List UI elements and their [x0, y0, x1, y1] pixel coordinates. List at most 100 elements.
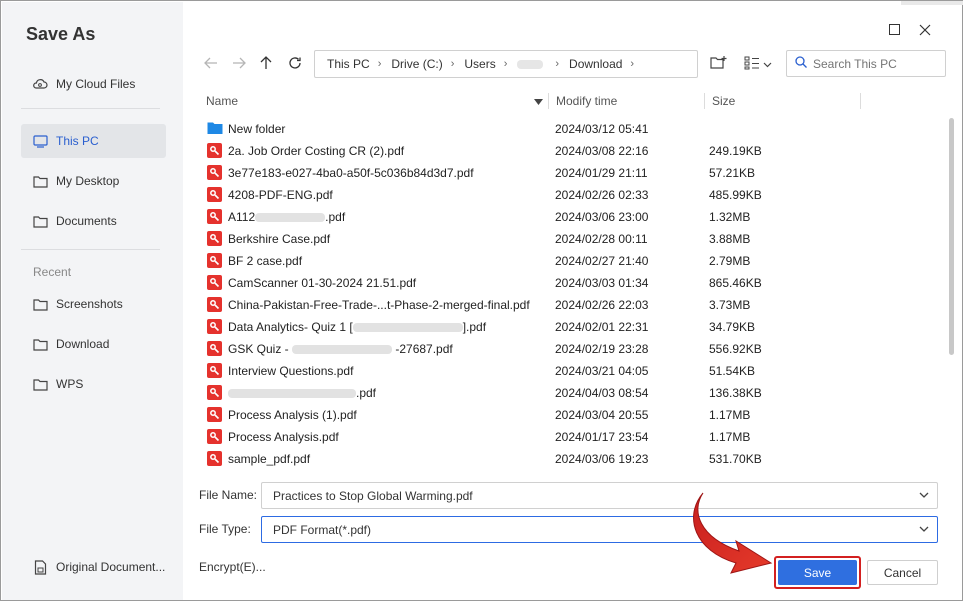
file-row[interactable]: 4208-PDF-ENG.pdf 2024/02/26 02:33 485.99KB [197, 184, 941, 206]
dialog-title: Save As [26, 24, 96, 44]
breadcrumb-users[interactable]: Users [464, 57, 495, 71]
file-row[interactable]: sample_pdf.pdf 2024/03/06 19:23 531.70KB [197, 448, 941, 470]
file-row[interactable]: GSK Quiz - -27687.pdf 2024/02/19 23:28 556… [197, 338, 941, 360]
chevron-down-icon [763, 57, 772, 71]
file-row[interactable]: Data Analytics- Quiz 1 [].pdf 2024/02/01 … [197, 316, 941, 338]
column-divider[interactable] [548, 93, 549, 109]
file-name-value[interactable]: Practices to Stop Global Warming.pdf [273, 489, 473, 503]
file-row[interactable]: Berkshire Case.pdf 2024/02/28 00:11 3.88MB [197, 228, 941, 250]
file-modified: 2024/03/21 04:05 [555, 364, 649, 378]
file-name-text: sample_pdf.pdf [228, 452, 311, 466]
sidebar-item-documents[interactable]: Documents [21, 204, 166, 238]
pdf-icon [207, 209, 222, 224]
file-row[interactable]: .pdf 2024/04/03 08:54 136.38KB [197, 382, 941, 404]
file-name: Interview Questions.pdf [228, 364, 353, 378]
sidebar-item-original-documents[interactable]: Original Document... [21, 550, 181, 584]
file-name-text: 4208-PDF-ENG.pdf [228, 188, 333, 202]
file-row[interactable]: CamScanner 01-30-2024 21.51.pdf 2024/03/0… [197, 272, 941, 294]
file-name-field[interactable]: Practices to Stop Global Warming.pdf [261, 482, 938, 509]
encrypt-button[interactable]: Encrypt(E)... [199, 560, 266, 574]
file-name-text: GSK Quiz - [228, 342, 293, 356]
maximize-button[interactable] [884, 21, 904, 41]
file-modified: 2024/01/29 21:11 [555, 166, 648, 180]
file-row[interactable]: Process Analysis.pdf 2024/01/17 23:54 1.17… [197, 426, 941, 448]
refresh-button[interactable] [285, 54, 305, 74]
chevron-down-icon[interactable] [919, 523, 929, 538]
column-header-modify-time[interactable]: Modify time [556, 89, 617, 113]
sidebar-item-my-desktop[interactable]: My Desktop [21, 164, 166, 198]
file-name-text: Data Analytics- Quiz 1 [ [228, 320, 353, 334]
up-button[interactable] [256, 54, 276, 74]
address-bar[interactable]: This PC › Drive (C:) › Users › › Downloa… [314, 50, 698, 78]
file-name-text: 2a. Job Order Costing CR (2).pdf [228, 144, 405, 158]
maximize-icon [888, 24, 900, 38]
file-name-suffix: .pdf [325, 210, 346, 224]
breadcrumb-this-pc[interactable]: This PC [327, 57, 370, 71]
file-row[interactable]: Interview Questions.pdf 2024/03/21 04:05 5… [197, 360, 941, 382]
scrollbar-thumb[interactable] [949, 118, 954, 355]
refresh-icon [288, 56, 302, 73]
file-size: 2.79MB [709, 254, 751, 268]
file-name: A112 .pdf [228, 210, 345, 224]
cancel-button[interactable]: Cancel [867, 560, 938, 585]
new-folder-button[interactable] [710, 54, 728, 74]
forward-button[interactable] [229, 54, 249, 74]
file-row[interactable]: 2a. Job Order Costing CR (2).pdf 2024/03/… [197, 140, 941, 162]
file-name-label: File Name: [199, 488, 258, 502]
file-size: 249.19KB [709, 144, 762, 158]
close-button[interactable] [915, 21, 935, 41]
file-name: Process Analysis.pdf [228, 430, 339, 444]
breadcrumb-download[interactable]: Download [569, 57, 622, 71]
file-size: 1.17MB [709, 430, 751, 444]
sort-indicator[interactable] [534, 89, 543, 113]
search-input[interactable] [813, 56, 933, 71]
breadcrumb-drive[interactable]: Drive (C:) [391, 57, 442, 71]
pdf-icon [207, 297, 222, 312]
redacted-username [517, 59, 544, 69]
sidebar-item-label: Screenshots [56, 297, 123, 311]
pdf-icon [207, 363, 222, 378]
file-name-text: A112 [228, 210, 256, 224]
chevron-down-icon[interactable] [919, 489, 929, 504]
chevron-right-icon: › [450, 58, 455, 70]
sidebar-divider [21, 249, 160, 250]
file-modified: 2024/02/26 22:03 [555, 298, 649, 312]
sidebar-item-this-pc[interactable]: This PC [21, 124, 166, 158]
file-row[interactable]: BF 2 case.pdf 2024/02/27 21:40 2.79MB [197, 250, 941, 272]
column-header-name[interactable]: Name [206, 89, 238, 113]
pdf-icon [207, 253, 222, 268]
file-row[interactable]: A112 .pdf 2024/03/06 23:00 1.32MB [197, 206, 941, 228]
pdf-icon [207, 407, 222, 422]
sidebar-item-my-cloud-files[interactable]: My Cloud Files [21, 67, 166, 101]
column-divider[interactable] [704, 93, 705, 109]
file-name-text: BF 2 case.pdf [228, 254, 303, 268]
sidebar-item-label: Original Document... [56, 560, 166, 574]
sidebar-item-label: My Cloud Files [56, 77, 136, 91]
view-mode-button[interactable] [744, 54, 772, 74]
sidebar-item-label: My Desktop [56, 174, 120, 188]
file-name: CamScanner 01-30-2024 21.51.pdf [228, 276, 416, 290]
file-modified: 2024/03/03 01:34 [555, 276, 649, 290]
chevron-right-icon: › [377, 58, 382, 70]
sidebar-item-download[interactable]: Download [21, 327, 166, 361]
back-button[interactable] [201, 54, 221, 74]
file-row[interactable]: 3e77e183-e027-4ba0-a50f-5c036b84d3d7.pdf… [197, 162, 941, 184]
column-divider[interactable] [860, 93, 861, 109]
column-header-size[interactable]: Size [712, 89, 735, 113]
folder-icon [32, 376, 48, 392]
file-size: 865.46KB [709, 276, 762, 290]
file-type-select[interactable]: PDF Format(*.pdf) [261, 516, 938, 543]
sidebar-item-wps[interactable]: WPS [21, 367, 166, 401]
file-size: 1.17MB [709, 408, 751, 422]
sidebar-item-screenshots[interactable]: Screenshots [21, 287, 166, 321]
file-modified: 2024/03/08 22:16 [555, 144, 649, 158]
file-name: New folder [228, 122, 285, 136]
file-row[interactable]: China-Pakistan-Free-Trade-...t-Phase-2-m… [197, 294, 941, 316]
file-size: 3.73MB [709, 298, 751, 312]
file-row[interactable]: Process Analysis (1).pdf 2024/03/04 20:55… [197, 404, 941, 426]
chevron-right-icon: › [503, 58, 508, 70]
save-button[interactable]: Save [778, 560, 857, 585]
search-box[interactable] [786, 50, 946, 77]
file-modified: 2024/03/04 20:55 [555, 408, 649, 422]
file-row[interactable]: New folder 2024/03/12 05:41 [197, 118, 941, 140]
